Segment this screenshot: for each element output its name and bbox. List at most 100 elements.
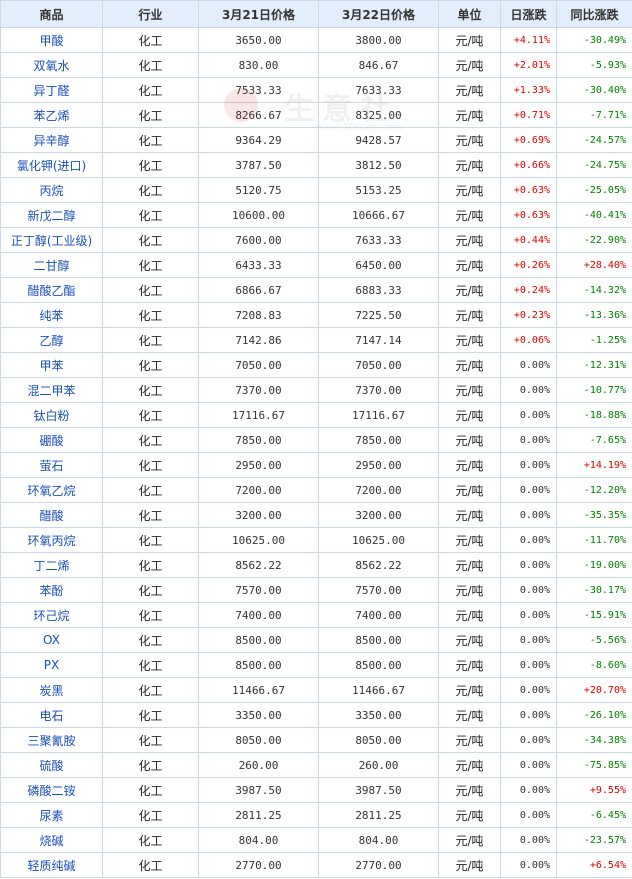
commodity-name-link[interactable]: 电石	[0, 702, 103, 728]
yoy-change-cell: +9.55%	[556, 777, 632, 803]
price-mar22-cell: 7850.00	[318, 427, 439, 453]
unit-cell: 元/吨	[438, 777, 501, 803]
commodity-name-link[interactable]: 正丁醇(工业级)	[0, 227, 103, 253]
price-mar21-cell: 830.00	[198, 52, 319, 78]
commodity-name-link[interactable]: 苯酚	[0, 577, 103, 603]
industry-cell: 化工	[102, 677, 199, 703]
unit-cell: 元/吨	[438, 427, 501, 453]
unit-cell: 元/吨	[438, 127, 501, 153]
industry-cell: 化工	[102, 552, 199, 578]
commodity-name-link[interactable]: 三聚氰胺	[0, 727, 103, 753]
industry-cell: 化工	[102, 402, 199, 428]
price-mar22-cell: 8500.00	[318, 627, 439, 653]
commodity-name-link[interactable]: 硼酸	[0, 427, 103, 453]
commodity-name-link[interactable]: 醋酸	[0, 502, 103, 528]
commodity-name-link[interactable]: 混二甲苯	[0, 377, 103, 403]
commodity-name-link[interactable]: 丙烷	[0, 177, 103, 203]
commodity-name-link[interactable]: 磷酸二铵	[0, 777, 103, 803]
industry-cell: 化工	[102, 102, 199, 128]
daily-change-cell: +0.23%	[500, 302, 557, 328]
daily-change-cell: +0.44%	[500, 227, 557, 253]
commodity-name-link[interactable]: 钛白粉	[0, 402, 103, 428]
yoy-change-cell: -26.10%	[556, 702, 632, 728]
price-mar21-cell: 7533.33	[198, 77, 319, 103]
industry-cell: 化工	[102, 827, 199, 853]
yoy-change-cell: -75.85%	[556, 752, 632, 778]
daily-change-cell: 0.00%	[500, 402, 557, 428]
commodity-name-link[interactable]: 轻质纯碱	[0, 852, 103, 878]
daily-change-cell: 0.00%	[500, 352, 557, 378]
table-row: 甲酸 化工 3650.00 3800.00 元/吨 +4.11% -30.49%	[0, 27, 632, 53]
price-mar21-cell: 9364.29	[198, 127, 319, 153]
commodity-name-link[interactable]: 环氧乙烷	[0, 477, 103, 503]
header-price-mar21[interactable]: 3月21日价格	[198, 0, 319, 28]
commodity-name-link[interactable]: PX	[0, 652, 103, 678]
daily-change-cell: 0.00%	[500, 777, 557, 803]
unit-cell: 元/吨	[438, 277, 501, 303]
yoy-change-cell: -8.60%	[556, 652, 632, 678]
yoy-change-cell: -24.75%	[556, 152, 632, 178]
daily-change-cell: +0.63%	[500, 202, 557, 228]
price-mar21-cell: 5120.75	[198, 177, 319, 203]
price-mar21-cell: 260.00	[198, 752, 319, 778]
table-row: 炭黑 化工 11466.67 11466.67 元/吨 0.00% +20.70%	[0, 677, 632, 703]
price-mar22-cell: 3350.00	[318, 702, 439, 728]
commodity-name-link[interactable]: 氯化钾(进口)	[0, 152, 103, 178]
header-price-mar22[interactable]: 3月22日价格	[318, 0, 439, 28]
unit-cell: 元/吨	[438, 627, 501, 653]
commodity-name-link[interactable]: 甲苯	[0, 352, 103, 378]
price-mar22-cell: 7225.50	[318, 302, 439, 328]
yoy-change-cell: -1.25%	[556, 327, 632, 353]
price-mar21-cell: 10600.00	[198, 202, 319, 228]
commodity-name-link[interactable]: 环己烷	[0, 602, 103, 628]
price-mar21-cell: 8500.00	[198, 652, 319, 678]
commodity-name-link[interactable]: 丁二烯	[0, 552, 103, 578]
unit-cell: 元/吨	[438, 327, 501, 353]
commodity-name-link[interactable]: 硫酸	[0, 752, 103, 778]
yoy-change-cell: +20.70%	[556, 677, 632, 703]
commodity-name-link[interactable]: 纯苯	[0, 302, 103, 328]
price-mar22-cell: 2950.00	[318, 452, 439, 478]
commodity-name-link[interactable]: 乙醇	[0, 327, 103, 353]
commodity-name-link[interactable]: 新戊二醇	[0, 202, 103, 228]
yoy-change-cell: -6.45%	[556, 802, 632, 828]
commodity-name-link[interactable]: 双氧水	[0, 52, 103, 78]
yoy-change-cell: -30.40%	[556, 77, 632, 103]
price-mar22-cell: 17116.67	[318, 402, 439, 428]
table-row: 钛白粉 化工 17116.67 17116.67 元/吨 0.00% -18.88%	[0, 402, 632, 428]
daily-change-cell: 0.00%	[500, 627, 557, 653]
price-mar21-cell: 7400.00	[198, 602, 319, 628]
price-mar22-cell: 7050.00	[318, 352, 439, 378]
commodity-name-link[interactable]: 萤石	[0, 452, 103, 478]
unit-cell: 元/吨	[438, 602, 501, 628]
yoy-change-cell: -14.32%	[556, 277, 632, 303]
header-yoy-change[interactable]: 同比涨跌	[556, 0, 632, 28]
industry-cell: 化工	[102, 577, 199, 603]
price-mar21-cell: 6866.67	[198, 277, 319, 303]
price-table: 商品 行业 3月21日价格 3月22日价格 单位 日涨跌 同比涨跌 甲酸 化工 36…	[0, 0, 632, 878]
commodity-name-link[interactable]: 炭黑	[0, 677, 103, 703]
commodity-name-link[interactable]: OX	[0, 627, 103, 653]
price-mar21-cell: 7600.00	[198, 227, 319, 253]
commodity-name-link[interactable]: 烧碱	[0, 827, 103, 853]
header-industry[interactable]: 行业	[102, 0, 199, 28]
table-row: 硫酸 化工 260.00 260.00 元/吨 0.00% -75.85%	[0, 752, 632, 778]
price-mar22-cell: 8562.22	[318, 552, 439, 578]
commodity-name-link[interactable]: 甲酸	[0, 27, 103, 53]
unit-cell: 元/吨	[438, 577, 501, 603]
commodity-name-link[interactable]: 苯乙烯	[0, 102, 103, 128]
commodity-name-link[interactable]: 醋酸乙酯	[0, 277, 103, 303]
industry-cell: 化工	[102, 652, 199, 678]
table-row: 电石 化工 3350.00 3350.00 元/吨 0.00% -26.10%	[0, 702, 632, 728]
unit-cell: 元/吨	[438, 552, 501, 578]
header-name[interactable]: 商品	[0, 0, 103, 28]
yoy-change-cell: -7.71%	[556, 102, 632, 128]
commodity-name-link[interactable]: 异辛醇	[0, 127, 103, 153]
price-mar22-cell: 3200.00	[318, 502, 439, 528]
commodity-name-link[interactable]: 环氧丙烷	[0, 527, 103, 553]
commodity-name-link[interactable]: 异丁醛	[0, 77, 103, 103]
commodity-name-link[interactable]: 二甘醇	[0, 252, 103, 278]
commodity-name-link[interactable]: 尿素	[0, 802, 103, 828]
header-daily-change[interactable]: 日涨跌	[500, 0, 557, 28]
header-unit[interactable]: 单位	[438, 0, 501, 28]
